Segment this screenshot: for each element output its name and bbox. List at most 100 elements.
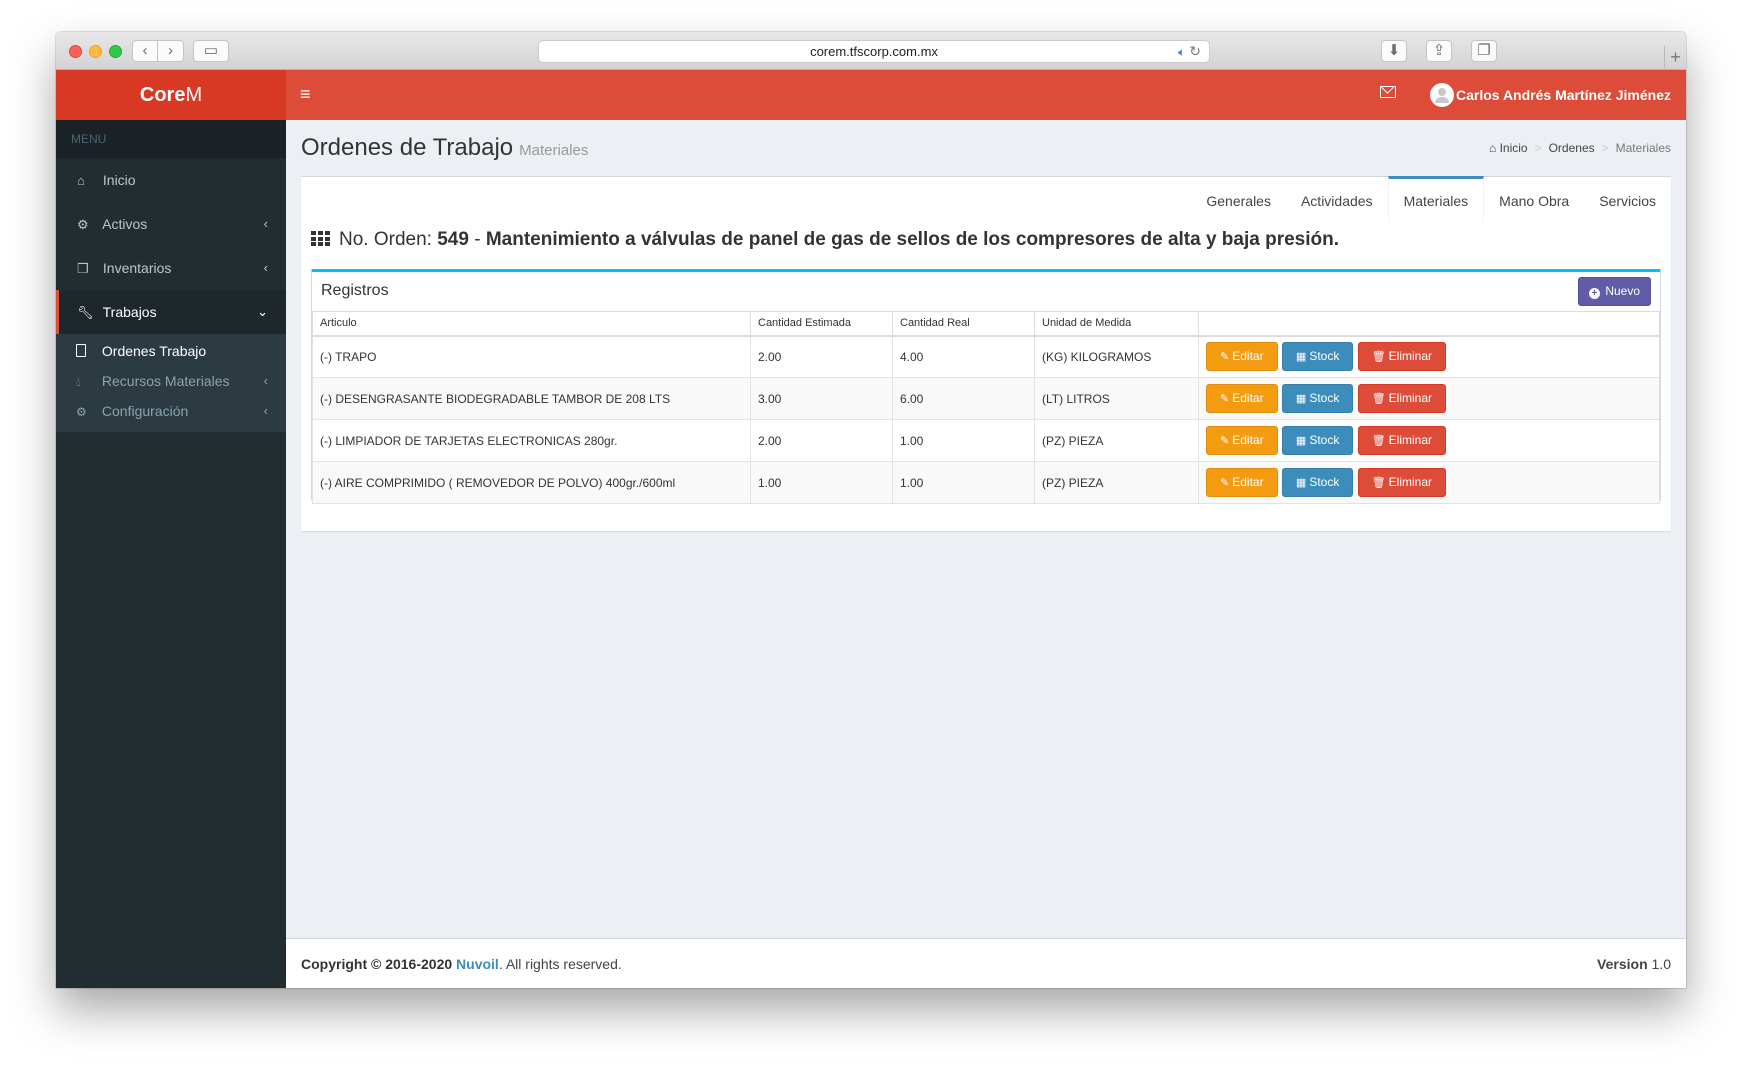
show-sidebar-icon[interactable]: ▭ bbox=[193, 40, 229, 62]
app-logo[interactable]: CoreM bbox=[56, 70, 286, 120]
stock-button[interactable]: ▦ Stock bbox=[1281, 468, 1354, 497]
table-row: (-) LIMPIADOR DE TARJETAS ELECTRONICAS 2… bbox=[312, 419, 1660, 462]
sidebar-subitem-ordenes-trabajo[interactable]: Ordenes Trabajo bbox=[56, 336, 286, 366]
delete-button[interactable]: 🗑︎ Eliminar bbox=[1357, 468, 1446, 497]
breadcrumb-inicio[interactable]: Inicio bbox=[1500, 141, 1528, 155]
sidebar-item-label: Trabajos bbox=[102, 304, 157, 320]
stock-button-label: Stock bbox=[1309, 433, 1340, 447]
column-header-cantidad-real[interactable]: Cantidad Real bbox=[892, 311, 1035, 337]
brand-link[interactable]: Nuvoil bbox=[456, 956, 499, 972]
browser-titlebar: ‹ › ▭ corem.tfscorp.com.mx 🔈︎ ↻ ⬇ ⇪ ❐ + bbox=[56, 32, 1686, 70]
nuevo-button[interactable]: + Nuevo bbox=[1577, 277, 1651, 306]
reload-icon[interactable]: ↻ bbox=[1189, 43, 1201, 59]
tab-actividades[interactable]: Actividades bbox=[1286, 176, 1388, 223]
cell-articulo: (-) AIRE COMPRIMIDO ( REMOVEDOR DE POLVO… bbox=[312, 461, 751, 504]
app: CoreM ≡ Carlos Andrés Martínez Jiménez M… bbox=[56, 70, 1686, 988]
cell-unidad: (PZ) PIEZA bbox=[1034, 461, 1199, 504]
cell-unidad: (LT) LITROS bbox=[1034, 377, 1199, 420]
cell-articulo: (-) TRAPO bbox=[312, 335, 751, 378]
stock-button-label: Stock bbox=[1309, 391, 1340, 405]
cell-actions: ✎ Editar ▦ Stock 🗑︎ Eliminar bbox=[1198, 335, 1660, 378]
stock-button[interactable]: ▦ Stock bbox=[1281, 384, 1354, 413]
th-large-icon: ▦ bbox=[1295, 351, 1307, 364]
back-forward-group: ‹ › bbox=[132, 40, 184, 62]
pencil-icon: ✎ bbox=[1220, 477, 1230, 489]
th-large-icon: ▦ bbox=[1295, 477, 1307, 489]
grid-icon bbox=[311, 231, 330, 246]
delete-button[interactable]: 🗑︎ Eliminar bbox=[1357, 342, 1446, 372]
stock-button-label: Stock bbox=[1309, 475, 1340, 489]
stock-button[interactable]: ▦ Stock bbox=[1281, 342, 1354, 372]
tab-generales[interactable]: Generales bbox=[1191, 176, 1286, 223]
edit-button[interactable]: ✎ Editar bbox=[1206, 384, 1278, 413]
tab-mano-obra[interactable]: Mano Obra bbox=[1484, 176, 1584, 223]
order-box: Generales Actividades Materiales Mano Ob… bbox=[301, 176, 1671, 531]
sidebar-item-inicio[interactable]: ⌂ Inicio bbox=[56, 158, 286, 202]
cell-real: 1.00 bbox=[892, 419, 1035, 462]
back-icon[interactable]: ‹ bbox=[133, 41, 158, 61]
share-icon[interactable]: ⇪ bbox=[1426, 40, 1452, 62]
sidebar-item-inventarios[interactable]: ❒ Inventarios ‹ bbox=[56, 246, 286, 290]
downloads-icon[interactable]: ⬇ bbox=[1381, 40, 1407, 62]
copyright-text: Copyright © 2016-2020 bbox=[301, 956, 453, 972]
column-header-unidad-medida[interactable]: Unidad de Medida bbox=[1034, 311, 1199, 337]
main-content: Ordenes de Trabajo Materiales ⌂ Inicio > Or… bbox=[286, 120, 1686, 938]
user-name[interactable]: Carlos Andrés Martínez Jiménez bbox=[1456, 70, 1671, 120]
stock-button[interactable]: ▦ Stock bbox=[1281, 426, 1354, 455]
stock-button-label: Stock bbox=[1309, 349, 1340, 364]
close-window-button[interactable] bbox=[69, 45, 82, 58]
tab-servicios[interactable]: Servicios bbox=[1584, 176, 1671, 223]
tab-materiales[interactable]: Materiales bbox=[1387, 176, 1485, 223]
cell-real: 1.00 bbox=[892, 461, 1035, 504]
pencil-icon: ✎ bbox=[1220, 351, 1230, 364]
cell-articulo: (-) LIMPIADOR DE TARJETAS ELECTRONICAS 2… bbox=[312, 419, 751, 462]
new-tab-button[interactable]: + bbox=[1664, 46, 1686, 70]
trash-icon: 🗑︎ bbox=[1371, 435, 1386, 447]
home-icon: ⌂ bbox=[77, 173, 85, 188]
minimize-window-button[interactable] bbox=[89, 45, 102, 58]
th-large-icon: ▦ bbox=[1295, 393, 1307, 405]
order-description: Mantenimiento a válvulas de panel de gas… bbox=[485, 229, 1340, 250]
cogs-icon: ⚙ bbox=[77, 217, 89, 232]
sidebar-subitem-configuracion[interactable]: ⚙ Configuración ‹ bbox=[56, 396, 286, 426]
drop-icon: 💧︎ bbox=[76, 375, 81, 389]
pencil-icon: ✎ bbox=[1220, 393, 1230, 405]
order-prefix: No. Orden: bbox=[339, 229, 432, 250]
order-title: No. Orden: 549 - Mantenimiento a válvula… bbox=[311, 229, 1339, 251]
tabs-overview-icon[interactable]: ❐ bbox=[1471, 40, 1497, 62]
browser-window: ‹ › ▭ corem.tfscorp.com.mx 🔈︎ ↻ ⬇ ⇪ ❐ + Co… bbox=[56, 32, 1686, 988]
sidebar: MENU ⌂ Inicio ⚙ Activos ‹ ❒ Inventarios … bbox=[56, 120, 286, 988]
chevron-down-icon: ⌄ bbox=[257, 304, 268, 319]
cell-actions: ✎ Editar ▦ Stock 🗑︎ Eliminar bbox=[1198, 377, 1660, 420]
edit-button[interactable]: ✎ Editar bbox=[1206, 342, 1278, 372]
forward-icon[interactable]: › bbox=[158, 41, 183, 61]
sidebar-submenu-trabajos: Ordenes Trabajo 💧︎ Recursos Materiales ‹… bbox=[56, 334, 286, 432]
registros-panel: Registros + Nuevo Articulo Cantidad Esti… bbox=[311, 269, 1661, 504]
cell-estimada: 1.00 bbox=[750, 461, 893, 504]
address-bar[interactable]: corem.tfscorp.com.mx 🔈︎ ↻ bbox=[538, 40, 1210, 63]
delete-button-label: Eliminar bbox=[1388, 391, 1432, 405]
breadcrumb-ordenes[interactable]: Ordenes bbox=[1549, 141, 1595, 155]
table-row: (-) TRAPO 2.00 4.00 (KG) KILOGRAMOS ✎ Edi… bbox=[312, 335, 1660, 378]
edit-button[interactable]: ✎ Editar bbox=[1206, 426, 1278, 455]
home-icon: ⌂ bbox=[1488, 141, 1497, 155]
sidebar-item-label: Inicio bbox=[102, 172, 136, 188]
edit-button[interactable]: ✎ Editar bbox=[1206, 468, 1278, 497]
chevron-left-icon: ‹ bbox=[263, 216, 268, 231]
user-avatar[interactable] bbox=[1430, 83, 1454, 107]
menu-toggle-icon[interactable]: ≡ bbox=[300, 84, 311, 105]
column-header-articulo[interactable]: Articulo bbox=[312, 311, 751, 337]
speaker-icon[interactable]: 🔈︎ bbox=[1178, 45, 1185, 59]
footer-version: Version 1.0 bbox=[1597, 939, 1671, 988]
zoom-window-button[interactable] bbox=[109, 45, 122, 58]
sidebar-item-trabajos[interactable]: 🔧︎ Trabajos ⌄ bbox=[56, 290, 286, 334]
sidebar-item-activos[interactable]: ⚙ Activos ‹ bbox=[56, 202, 286, 246]
cell-estimada: 2.00 bbox=[750, 335, 893, 378]
cell-estimada: 3.00 bbox=[750, 377, 893, 420]
edit-button-label: Editar bbox=[1232, 349, 1264, 364]
column-header-cantidad-estimada[interactable]: Cantidad Estimada bbox=[750, 311, 893, 337]
delete-button[interactable]: 🗑︎ Eliminar bbox=[1357, 384, 1446, 413]
envelope-icon[interactable] bbox=[1380, 86, 1396, 98]
delete-button[interactable]: 🗑︎ Eliminar bbox=[1357, 426, 1446, 455]
sidebar-subitem-recursos-materiales[interactable]: 💧︎ Recursos Materiales ‹ bbox=[56, 366, 286, 396]
